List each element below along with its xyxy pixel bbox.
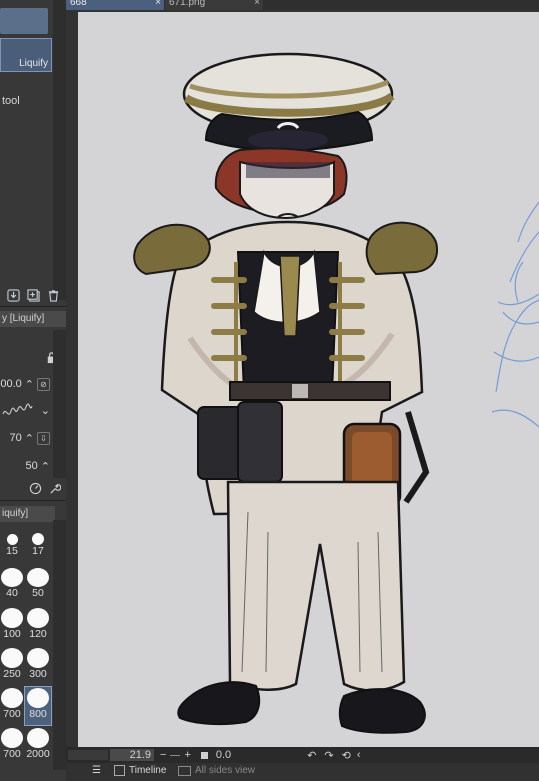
opacity-row: 00.0 ⌃ ⊘ <box>0 373 52 395</box>
brush-size-250[interactable]: 250 <box>0 648 24 686</box>
canvas-area[interactable] <box>66 10 539 747</box>
chevron-left-icon[interactable]: ‹ <box>357 749 361 761</box>
reset-icon[interactable]: ⊘ <box>37 377 50 391</box>
brush-size-40[interactable]: 40 <box>0 568 24 606</box>
zoom-in-button[interactable]: + <box>184 749 190 761</box>
tool-property-tab[interactable]: y [Liquify] <box>0 311 66 327</box>
wrench-icon[interactable] <box>47 481 61 495</box>
brush-stroke-preview-icon[interactable] <box>2 402 38 418</box>
trash-icon[interactable] <box>46 288 60 302</box>
brush-size-tab[interactable]: iquify] <box>0 506 55 522</box>
rotate-right-icon[interactable]: ↷ <box>324 749 333 762</box>
subtool-item-liquify[interactable]: Liquify <box>0 38 52 72</box>
zoom-slider[interactable] <box>170 754 181 756</box>
status-bar: ☰ Timeline All sides view <box>66 763 539 781</box>
tab-668[interactable]: 668 × <box>66 0 164 10</box>
spin-arrows-icon[interactable]: ⌃ <box>25 432 34 445</box>
timeline-icon <box>114 765 125 776</box>
pressure-icon[interactable]: ⇩ <box>37 431 50 445</box>
clip-studio-window: Liquify tool y [Liquify] 00.0 ⌃ ⊘ ⌄ 70 ⌃… <box>0 0 539 781</box>
brush-size-50[interactable]: 50 <box>26 568 50 606</box>
reset-rotation-icon[interactable]: ⟲ <box>342 749 351 762</box>
tab-671-png[interactable]: 671.png × <box>165 0 263 10</box>
close-icon[interactable]: × <box>155 0 161 8</box>
subtool-header-button[interactable] <box>0 8 48 34</box>
subtool-item-label: Liquify <box>19 58 48 69</box>
brush-size-15[interactable]: 15 <box>0 528 24 566</box>
zoom-out-button[interactable]: − <box>160 749 166 761</box>
opacity-value[interactable]: 00.0 <box>0 378 21 390</box>
hardness-row: 50 ⌃ <box>0 455 52 477</box>
menu-icon[interactable]: ☰ <box>92 765 101 776</box>
brush-size-2000[interactable]: 2000 <box>26 728 50 766</box>
subtool-scrollbar[interactable] <box>53 0 66 300</box>
subtool-actions <box>6 288 60 302</box>
subtool-group-label: tool <box>2 95 20 107</box>
document-tab-bar: 668 × 671.png × <box>66 0 539 10</box>
brush-size-1700[interactable]: 700 <box>0 728 24 766</box>
brush-size-800-selected[interactable]: 800 <box>24 686 52 726</box>
rotate-left-icon[interactable]: ↶ <box>307 749 316 762</box>
brush-size-300[interactable]: 300 <box>26 648 50 686</box>
brush-size-scrollbar[interactable] <box>53 520 66 770</box>
stop-icon[interactable] <box>200 751 208 759</box>
angle-value[interactable]: 0.0 <box>216 749 231 761</box>
panel-divider <box>0 306 66 307</box>
left-panel-column: Liquify tool y [Liquify] 00.0 ⌃ ⊘ ⌄ 70 ⌃… <box>0 0 66 781</box>
brush-size-17[interactable]: 17 <box>26 528 50 566</box>
navigator-bar: 21.9 − + 0.0 ↶ ↷ ⟲ ‹ <box>66 747 539 763</box>
panel-divider <box>0 500 66 501</box>
close-icon[interactable]: × <box>254 0 260 8</box>
brush-size-120[interactable]: 120 <box>26 608 50 646</box>
tool-property-scrollbar[interactable] <box>53 330 66 478</box>
chevron-down-icon[interactable]: ⌄ <box>41 404 50 417</box>
brush-size-700[interactable]: 700 <box>0 688 24 726</box>
spin-arrows-icon[interactable]: ⌃ <box>41 460 50 473</box>
character-illustration <box>133 52 539 734</box>
timeline-tab[interactable]: Timeline <box>114 765 166 776</box>
new-subtool-icon[interactable] <box>26 288 40 302</box>
camera-icon <box>178 765 191 776</box>
zoom-value[interactable]: 21.9 <box>110 749 154 761</box>
hardness-value[interactable]: 50 <box>26 460 38 472</box>
strength-value[interactable]: 70 <box>10 432 22 444</box>
navigator-slider-track[interactable] <box>68 750 108 760</box>
spin-arrows-icon[interactable]: ⌃ <box>25 378 34 391</box>
strength-row: 70 ⌃ ⇩ <box>0 427 52 449</box>
download-icon[interactable] <box>6 288 20 302</box>
brush-size-100[interactable]: 100 <box>0 608 24 646</box>
all-sides-view-tab[interactable]: All sides view <box>178 765 255 776</box>
brush-shape-row: ⌄ <box>0 399 52 421</box>
dial-icon[interactable] <box>28 481 42 495</box>
canvas-paper[interactable] <box>78 12 539 747</box>
